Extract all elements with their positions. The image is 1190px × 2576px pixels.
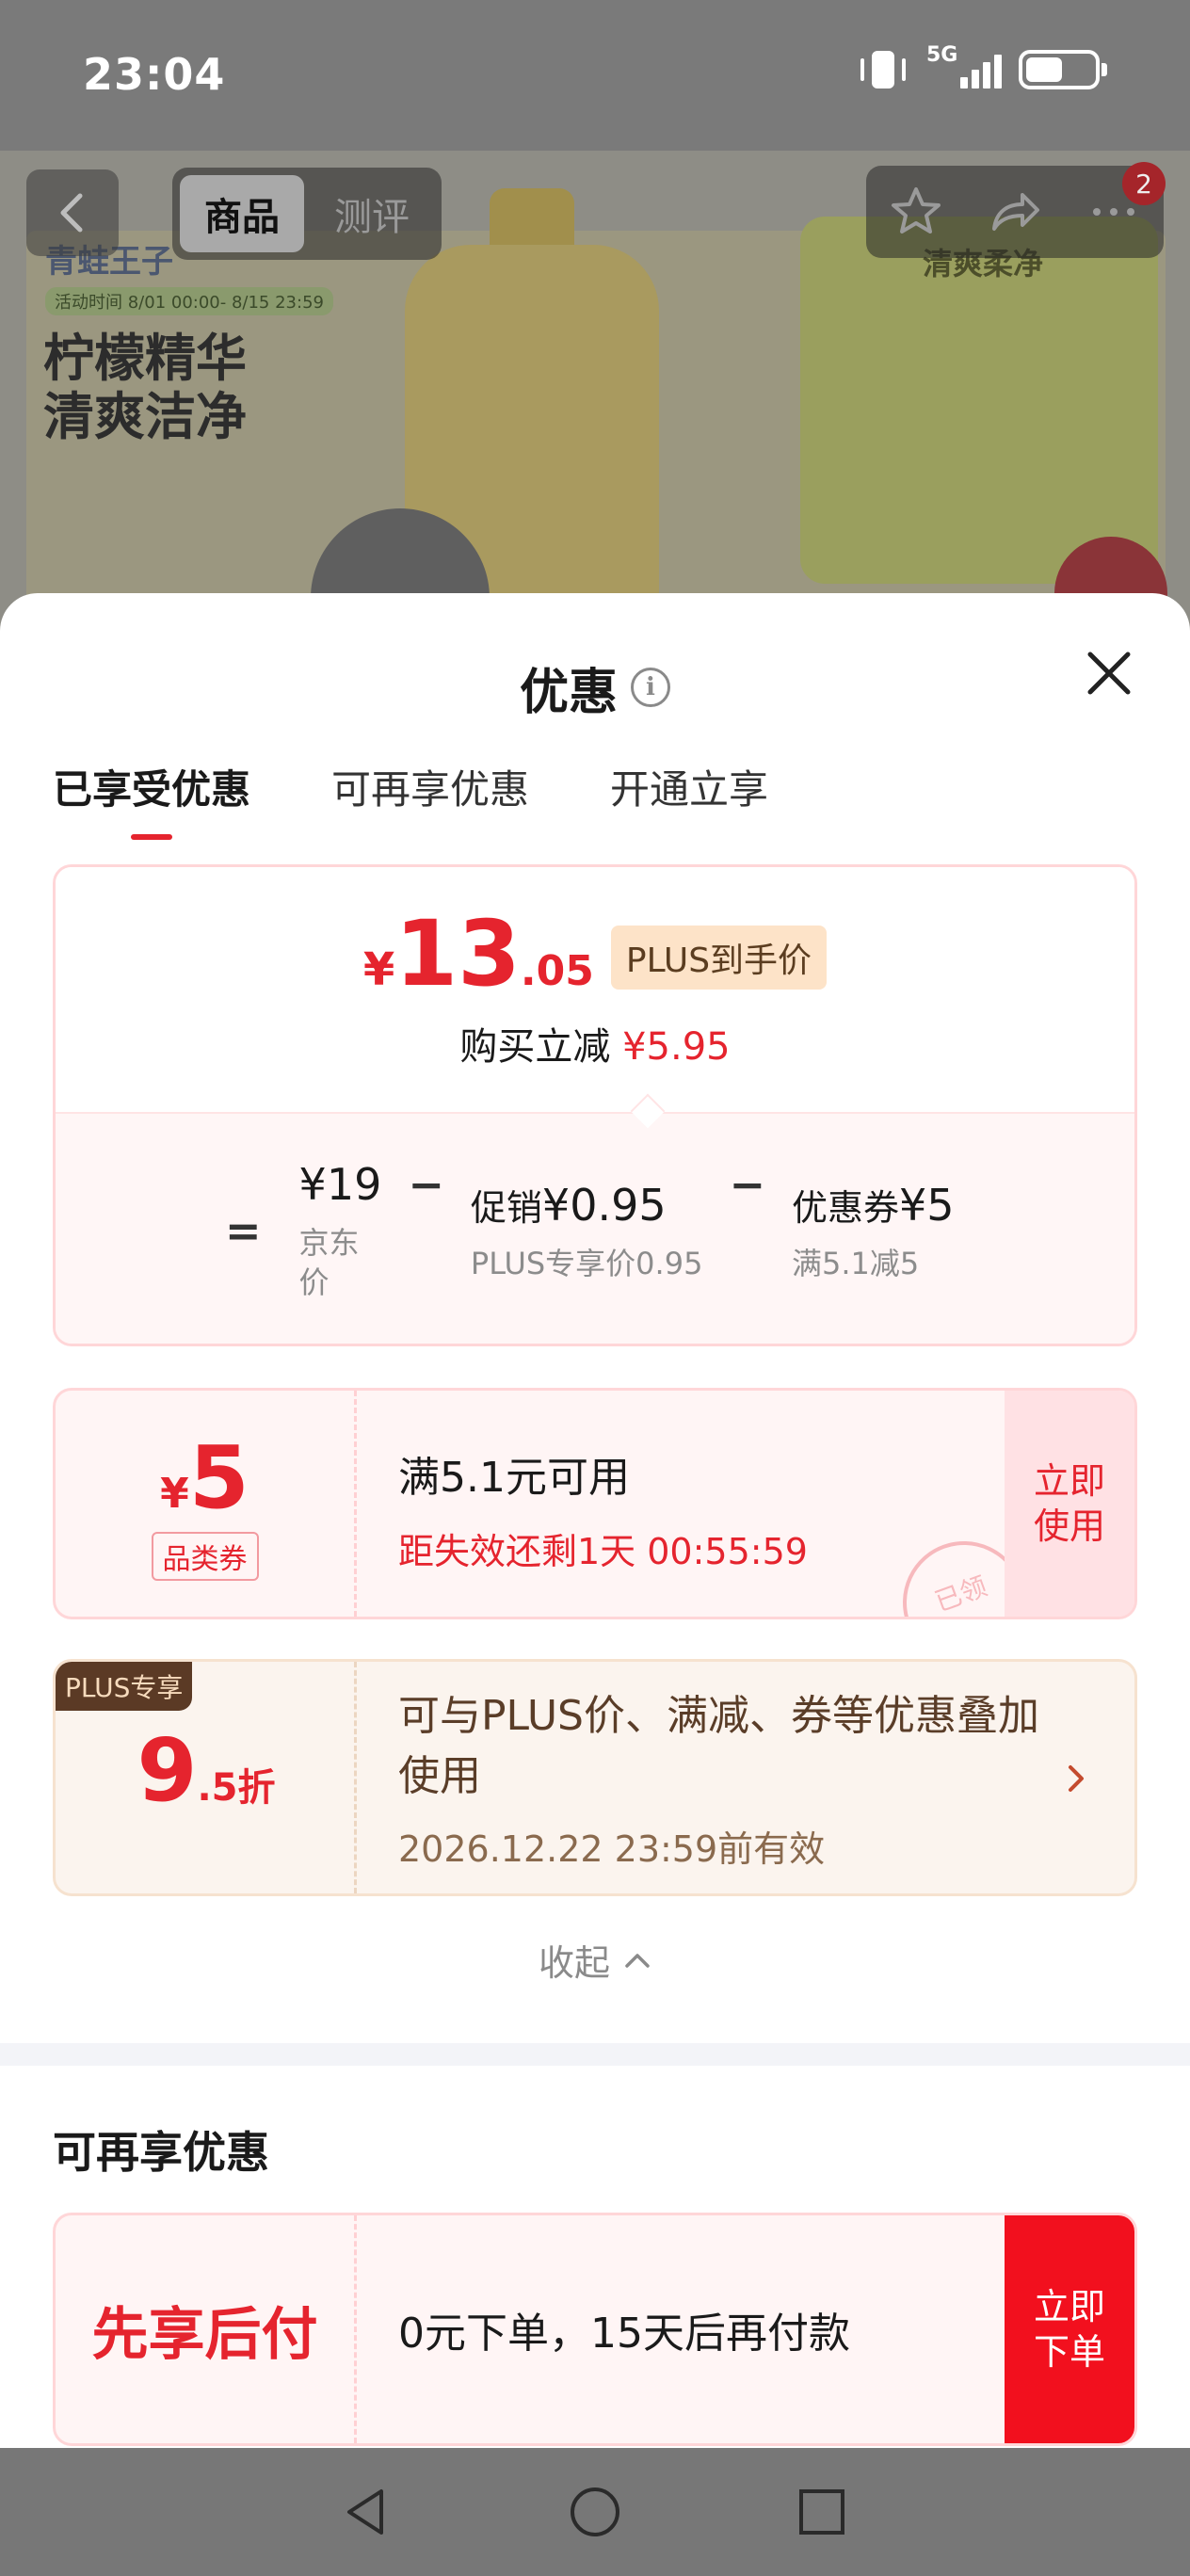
vibrate-icon <box>857 49 909 90</box>
coupon-number: 5 <box>188 1426 249 1528</box>
battery-icon <box>1019 50 1107 89</box>
price-summary: ¥13.05 PLUS到手价 购买立减 ¥5.95 <box>56 867 1134 1112</box>
plus-info: 可与PLUS价、满减、券等优惠叠加使用 2026.12.22 23:59前有效 <box>398 1686 1057 1872</box>
close-icon <box>1087 652 1131 695</box>
coupon-countdown: 距失效还剩1天 00:55:59 <box>398 1531 808 1572</box>
triangle-back-icon <box>346 2489 383 2535</box>
more-offers-title: 可再享优惠 <box>53 2127 269 2178</box>
promotion-value-line: 促销¥0.95 <box>471 1179 703 1231</box>
network-type: 5G <box>926 43 958 67</box>
pay-later-title: 先享后付 <box>56 2215 357 2443</box>
share-icon <box>991 193 1039 231</box>
promotion-sub: PLUS专享价0.95 <box>470 1245 703 1281</box>
share-button[interactable] <box>982 179 1048 245</box>
tab-enjoyed-offers[interactable]: 已享受优惠 <box>53 758 250 840</box>
plus-rate-number: 9 <box>137 1720 198 1821</box>
final-price: ¥13.05 <box>363 901 594 1006</box>
plus-price-tag: PLUS到手价 <box>610 926 828 990</box>
chevron-up-icon <box>625 1953 650 1968</box>
coupon-info: 满5.1元可用 距失效还剩1天 00:55:59 <box>398 1443 808 1574</box>
nav-back-button[interactable] <box>335 2479 401 2545</box>
coupon-value-line: 优惠券¥5 <box>792 1179 955 1231</box>
banner-headline-2: 清爽洁净 <box>43 387 247 446</box>
chevron-right-icon <box>1069 1765 1084 1792</box>
category-coupon-card: ¥5 品类券 满5.1元可用 距失效还剩1天 00:55:59 已领 立即使用 <box>53 1388 1137 1619</box>
order-now-button[interactable]: 立即下单 <box>1005 2215 1134 2443</box>
square-recents-icon <box>799 2489 845 2535</box>
sheet-title: 优惠 <box>519 664 618 721</box>
reduction-label: 购买立减 <box>459 1025 611 1069</box>
instant-reduction: 购买立减 ¥5.95 <box>56 1016 1134 1071</box>
formula-row: = ¥19 京东价 − 促销¥0.95 PLUS专享价0.95 − 优惠券¥5 … <box>225 1159 955 1302</box>
price-integer: 13 <box>394 901 521 1006</box>
pay-later-description: 0元下单，15天后再付款 <box>398 2310 850 2358</box>
collapse-label: 收起 <box>538 1942 610 1984</box>
circle-home-icon <box>570 2487 619 2536</box>
formula-jd-price: ¥19 京东价 <box>299 1159 382 1302</box>
nav-recents-button[interactable] <box>789 2479 855 2545</box>
tab-product[interactable]: 商品 <box>180 175 304 252</box>
minus-sign: − <box>408 1159 444 1210</box>
sheet-header: 优惠 i <box>0 650 1190 725</box>
coupon-sub: 满5.1减5 <box>791 1245 920 1281</box>
tab-review[interactable]: 测评 <box>310 175 434 252</box>
formula-promotion: 促销¥0.95 PLUS专享价0.95 <box>471 1179 703 1283</box>
plus-rate-area: PLUS专享 9.5折 <box>56 1662 357 1893</box>
price-formula: = ¥19 京东价 − 促销¥0.95 PLUS专享价0.95 − 优惠券¥5 … <box>56 1112 1134 1344</box>
plus-discount-rate: 9.5折 <box>56 1720 357 1821</box>
use-coupon-button[interactable]: 立即使用 <box>1005 1391 1134 1617</box>
plus-exclusive-label: PLUS专享 <box>56 1662 193 1711</box>
banner-headline-1: 柠檬精华 <box>43 329 247 388</box>
status-bar: 23:04 5G <box>0 0 1190 151</box>
minus-sign: − <box>729 1159 765 1210</box>
coupon-type-badge: 品类券 <box>151 1531 259 1581</box>
reduction-amount: ¥5.95 <box>622 1025 731 1069</box>
offer-tabs: 已享受优惠 可再享优惠 开通立享 <box>53 758 768 840</box>
equals-sign: = <box>225 1205 262 1256</box>
coupon-currency: ¥ <box>160 1469 189 1518</box>
offers-sheet: 优惠 i 已享受优惠 可再享优惠 开通立享 ¥13.05 PLUS到手价 购买立… <box>0 593 1190 2448</box>
coupon-amount: ¥5 <box>160 1427 249 1528</box>
jd-price-value: ¥19 <box>298 1159 382 1210</box>
pay-later-card: 先享后付 0元下单，15天后再付款 立即下单 <box>53 2213 1137 2446</box>
coupon-value: ¥5 <box>899 1179 955 1231</box>
chevron-left-icon <box>60 193 83 233</box>
nav-home-button[interactable] <box>562 2479 628 2545</box>
tab-more-offers[interactable]: 可再享优惠 <box>331 758 529 840</box>
coupon-label: 优惠券 <box>791 1186 899 1229</box>
promotion-value: ¥0.95 <box>541 1179 667 1231</box>
plus-valid-until: 2026.12.22 23:59前有效 <box>398 1828 826 1870</box>
coupon-amount-area: ¥5 品类券 <box>56 1391 357 1617</box>
back-button[interactable] <box>26 169 119 256</box>
favorite-button[interactable] <box>883 179 949 245</box>
price-decimal: .05 <box>520 947 594 995</box>
coupon-condition: 满5.1元可用 <box>398 1454 630 1502</box>
section-divider <box>0 2043 1190 2066</box>
status-time: 23:04 <box>83 49 226 100</box>
plus-discount-card[interactable]: PLUS专享 9.5折 可与PLUS价、满减、券等优惠叠加使用 2026.12.… <box>53 1659 1137 1896</box>
order-now-label: 立即下单 <box>1033 2286 1105 2373</box>
close-button[interactable] <box>1081 645 1137 701</box>
promotion-label: 促销 <box>470 1186 542 1229</box>
star-icon <box>891 187 941 233</box>
product-nav-tabs: 商品 测评 <box>172 168 442 260</box>
signal-icon: 5G <box>926 43 1002 90</box>
plus-rate-suffix: .5折 <box>197 1766 276 1810</box>
formula-coupon: 优惠券¥5 满5.1减5 <box>792 1179 955 1283</box>
info-icon[interactable]: i <box>631 668 670 707</box>
top-action-bar <box>866 166 1164 258</box>
jd-price-label: 京东价 <box>298 1225 360 1300</box>
tab-activate-offers[interactable]: 开通立享 <box>610 758 768 840</box>
banner-headline: 柠檬精华 清爽洁净 <box>43 330 247 446</box>
price-breakdown-card: ¥13.05 PLUS到手价 购买立减 ¥5.95 = ¥19 京东价 − 促销… <box>53 864 1137 1346</box>
final-price-line: ¥13.05 PLUS到手价 <box>56 901 1134 1006</box>
plus-description: 可与PLUS价、满减、券等优惠叠加使用 <box>398 1692 1039 1800</box>
use-coupon-label: 立即使用 <box>1033 1460 1105 1547</box>
message-badge: 2 <box>1122 162 1166 205</box>
price-currency: ¥ <box>362 943 395 996</box>
collapse-button[interactable]: 收起 <box>0 1934 1190 1986</box>
status-icons: 5G <box>857 43 1107 90</box>
system-nav-bar <box>0 2448 1190 2576</box>
banner-activity-time: 活动时间 8/01 00:00- 8/15 23:59 <box>45 287 333 315</box>
